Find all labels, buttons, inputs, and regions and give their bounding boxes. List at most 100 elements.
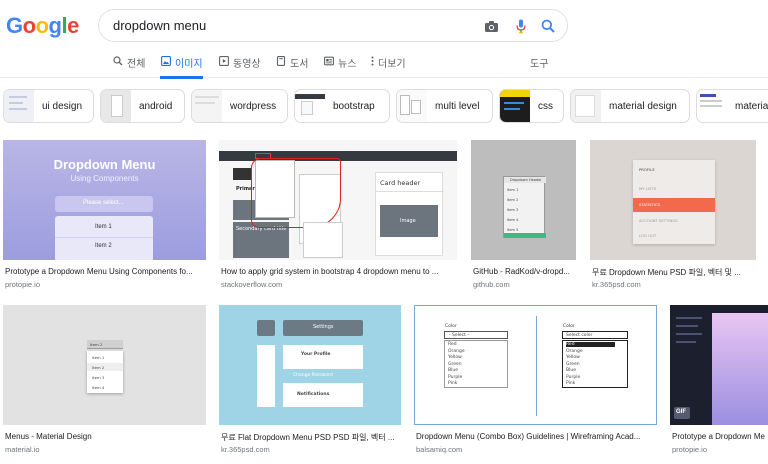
google-image-search-page: Google 전체 이미지 동영상 도서 xyxy=(0,0,768,464)
chip-bootstrap[interactable]: bootstrap xyxy=(294,89,390,123)
chip-wordpress[interactable]: wordpress xyxy=(191,89,288,123)
chip-multi-level[interactable]: multi level xyxy=(396,89,493,123)
news-icon xyxy=(323,55,334,66)
result-source[interactable]: kr.365psd.com xyxy=(592,280,641,289)
thumb-text: Item 3 xyxy=(507,208,519,212)
result-title[interactable]: GitHub - RadKod/v-dropd... xyxy=(473,267,577,276)
chip-ui-design[interactable]: ui design xyxy=(3,89,94,123)
tab-label: 동영상 xyxy=(233,59,261,70)
chip-android[interactable]: android xyxy=(100,89,185,123)
result-title[interactable]: Menus - Material Design xyxy=(5,432,205,441)
image-result[interactable]: Color - Select - Red Orange Yellow Green Blu… xyxy=(414,305,657,457)
thumb-option: Pink xyxy=(448,381,458,386)
result-thumbnail[interactable]: Dropdown Header Item 1 Item 2 Item 3 Ite… xyxy=(471,140,576,260)
result-title[interactable]: 무료 Dropdown Menu PSD 파일, 벡터 및 ... xyxy=(592,267,756,278)
thumb-text: Item 3 xyxy=(92,375,105,380)
chip-css[interactable]: css xyxy=(499,89,564,123)
thumb-text: Image xyxy=(400,218,416,224)
result-thumbnail[interactable]: Dropdown Menu Using Components Please se… xyxy=(3,140,206,260)
thumb-text: Notifications xyxy=(297,392,330,397)
camera-icon[interactable] xyxy=(483,18,499,34)
result-title[interactable]: Dropdown Menu (Combo Box) Guidelines | W… xyxy=(416,432,656,441)
thumb-option: Yellow xyxy=(566,355,580,360)
thumb-option: Red xyxy=(566,342,615,347)
image-result[interactable]: Primary Secondary card title Card header… xyxy=(219,140,457,292)
result-title[interactable]: Prototype a Dropdown Menu Using Componen… xyxy=(5,267,205,276)
result-source[interactable]: protopie.io xyxy=(5,280,40,289)
thumb-option: Blue xyxy=(448,368,458,373)
thumb-text: Dropdown Header xyxy=(510,178,542,182)
chip-label: materia xyxy=(735,100,768,112)
google-logo[interactable]: Google xyxy=(6,13,79,39)
result-source[interactable]: balsamiq.com xyxy=(416,445,462,454)
search-tabs: 전체 이미지 동영상 도서 뉴스 더보기 도구 xyxy=(0,52,768,79)
tab-books[interactable]: 도서 xyxy=(275,55,308,77)
image-result[interactable]: Item 2 Item 1 Item 2 Item 3 Item 4 Menus… xyxy=(3,305,206,457)
thumb-option: Yellow xyxy=(448,355,462,360)
chip-thumbnail xyxy=(697,90,727,122)
thumb-option: Red xyxy=(448,342,457,347)
result-thumbnail[interactable]: PROFILE MY LISTS STATISTICS ACCOUNT SETT… xyxy=(590,140,756,260)
result-title[interactable]: How to apply grid system in bootstrap 4 … xyxy=(221,267,457,276)
result-thumbnail[interactable]: Primary Secondary card title Card header… xyxy=(219,140,457,260)
tab-images[interactable]: 이미지 xyxy=(160,55,203,79)
image-result[interactable]: Dropdown Menu Using Components Please se… xyxy=(3,140,206,292)
thumb-select: Please select... xyxy=(55,196,153,212)
tab-label: 도서 xyxy=(290,59,309,70)
image-result[interactable]: GIF Prototype a Dropdown Me protopie.io xyxy=(670,305,768,457)
chip-label: wordpress xyxy=(230,100,277,112)
chip-label: material design xyxy=(609,100,677,112)
thumb-option: Purple xyxy=(566,374,581,380)
chip-label: android xyxy=(139,100,173,112)
chip-label: multi level xyxy=(435,100,480,112)
logo-letter: o xyxy=(22,13,36,38)
thumb-text: Item 1 xyxy=(507,188,519,192)
thumb-option: Orange xyxy=(566,348,583,354)
result-thumbnail[interactable]: Settings Your Profile Change Password No… xyxy=(219,305,401,425)
thumb-text: Item 5 xyxy=(507,228,519,232)
tab-news[interactable]: 뉴스 xyxy=(323,55,356,77)
search-input[interactable] xyxy=(113,18,473,33)
result-title[interactable]: Prototype a Dropdown Me xyxy=(672,432,768,441)
thumb-text: STATISTICS xyxy=(639,202,661,207)
chip-thumbnail xyxy=(4,90,34,122)
thumb-option: Green xyxy=(566,361,580,367)
logo-letter: o xyxy=(35,13,49,38)
search-icon xyxy=(112,55,123,66)
thumb-text: Item 2 xyxy=(92,365,105,370)
tab-videos[interactable]: 동영상 xyxy=(218,55,261,77)
result-thumbnail[interactable]: GIF xyxy=(670,305,768,425)
mic-icon[interactable] xyxy=(513,18,529,34)
tab-tools[interactable]: 도구 xyxy=(530,55,548,77)
result-source[interactable]: stackoverflow.com xyxy=(221,280,282,289)
thumb-text: Color xyxy=(563,324,575,329)
thumb-text: Card header xyxy=(380,179,421,187)
thumb-text: Item 4 xyxy=(507,218,519,222)
thumb-text: Dropdown Menu xyxy=(53,157,156,172)
thumb-option: Purple xyxy=(448,374,463,380)
thumb-text: Settings xyxy=(313,324,334,330)
tab-more[interactable]: 더보기 xyxy=(370,55,406,77)
result-thumbnail[interactable]: Color - Select - Red Orange Yellow Green Blu… xyxy=(414,305,657,425)
chip-materia[interactable]: materia xyxy=(696,89,768,123)
result-source[interactable]: protopie.io xyxy=(672,445,707,454)
search-icon[interactable] xyxy=(540,18,556,34)
result-source[interactable]: github.com xyxy=(473,280,510,289)
more-vert-icon xyxy=(370,55,374,66)
thumb-text: Item 1 xyxy=(95,224,112,230)
chip-material-design[interactable]: material design xyxy=(570,89,690,123)
tab-all[interactable]: 전체 xyxy=(112,55,145,77)
result-thumbnail[interactable]: Item 2 Item 1 Item 2 Item 3 Item 4 xyxy=(3,305,206,425)
play-icon xyxy=(218,55,229,66)
chip-thumbnail xyxy=(397,90,427,122)
result-source[interactable]: material.io xyxy=(5,445,40,454)
image-result[interactable]: PROFILE MY LISTS STATISTICS ACCOUNT SETT… xyxy=(590,140,756,292)
thumb-text: Item 2 xyxy=(507,198,519,202)
image-result[interactable]: Settings Your Profile Change Password No… xyxy=(219,305,401,457)
gif-badge: GIF xyxy=(676,409,686,415)
image-result[interactable]: Dropdown Header Item 1 Item 2 Item 3 Ite… xyxy=(471,140,576,292)
thumb-text: LOG OUT xyxy=(639,233,657,238)
chip-thumbnail xyxy=(500,90,530,122)
result-title[interactable]: 무료 Flat Dropdown Menu PSD PSD 파일, 벡터 ... xyxy=(221,432,401,443)
result-source[interactable]: kr.365psd.com xyxy=(221,445,270,454)
